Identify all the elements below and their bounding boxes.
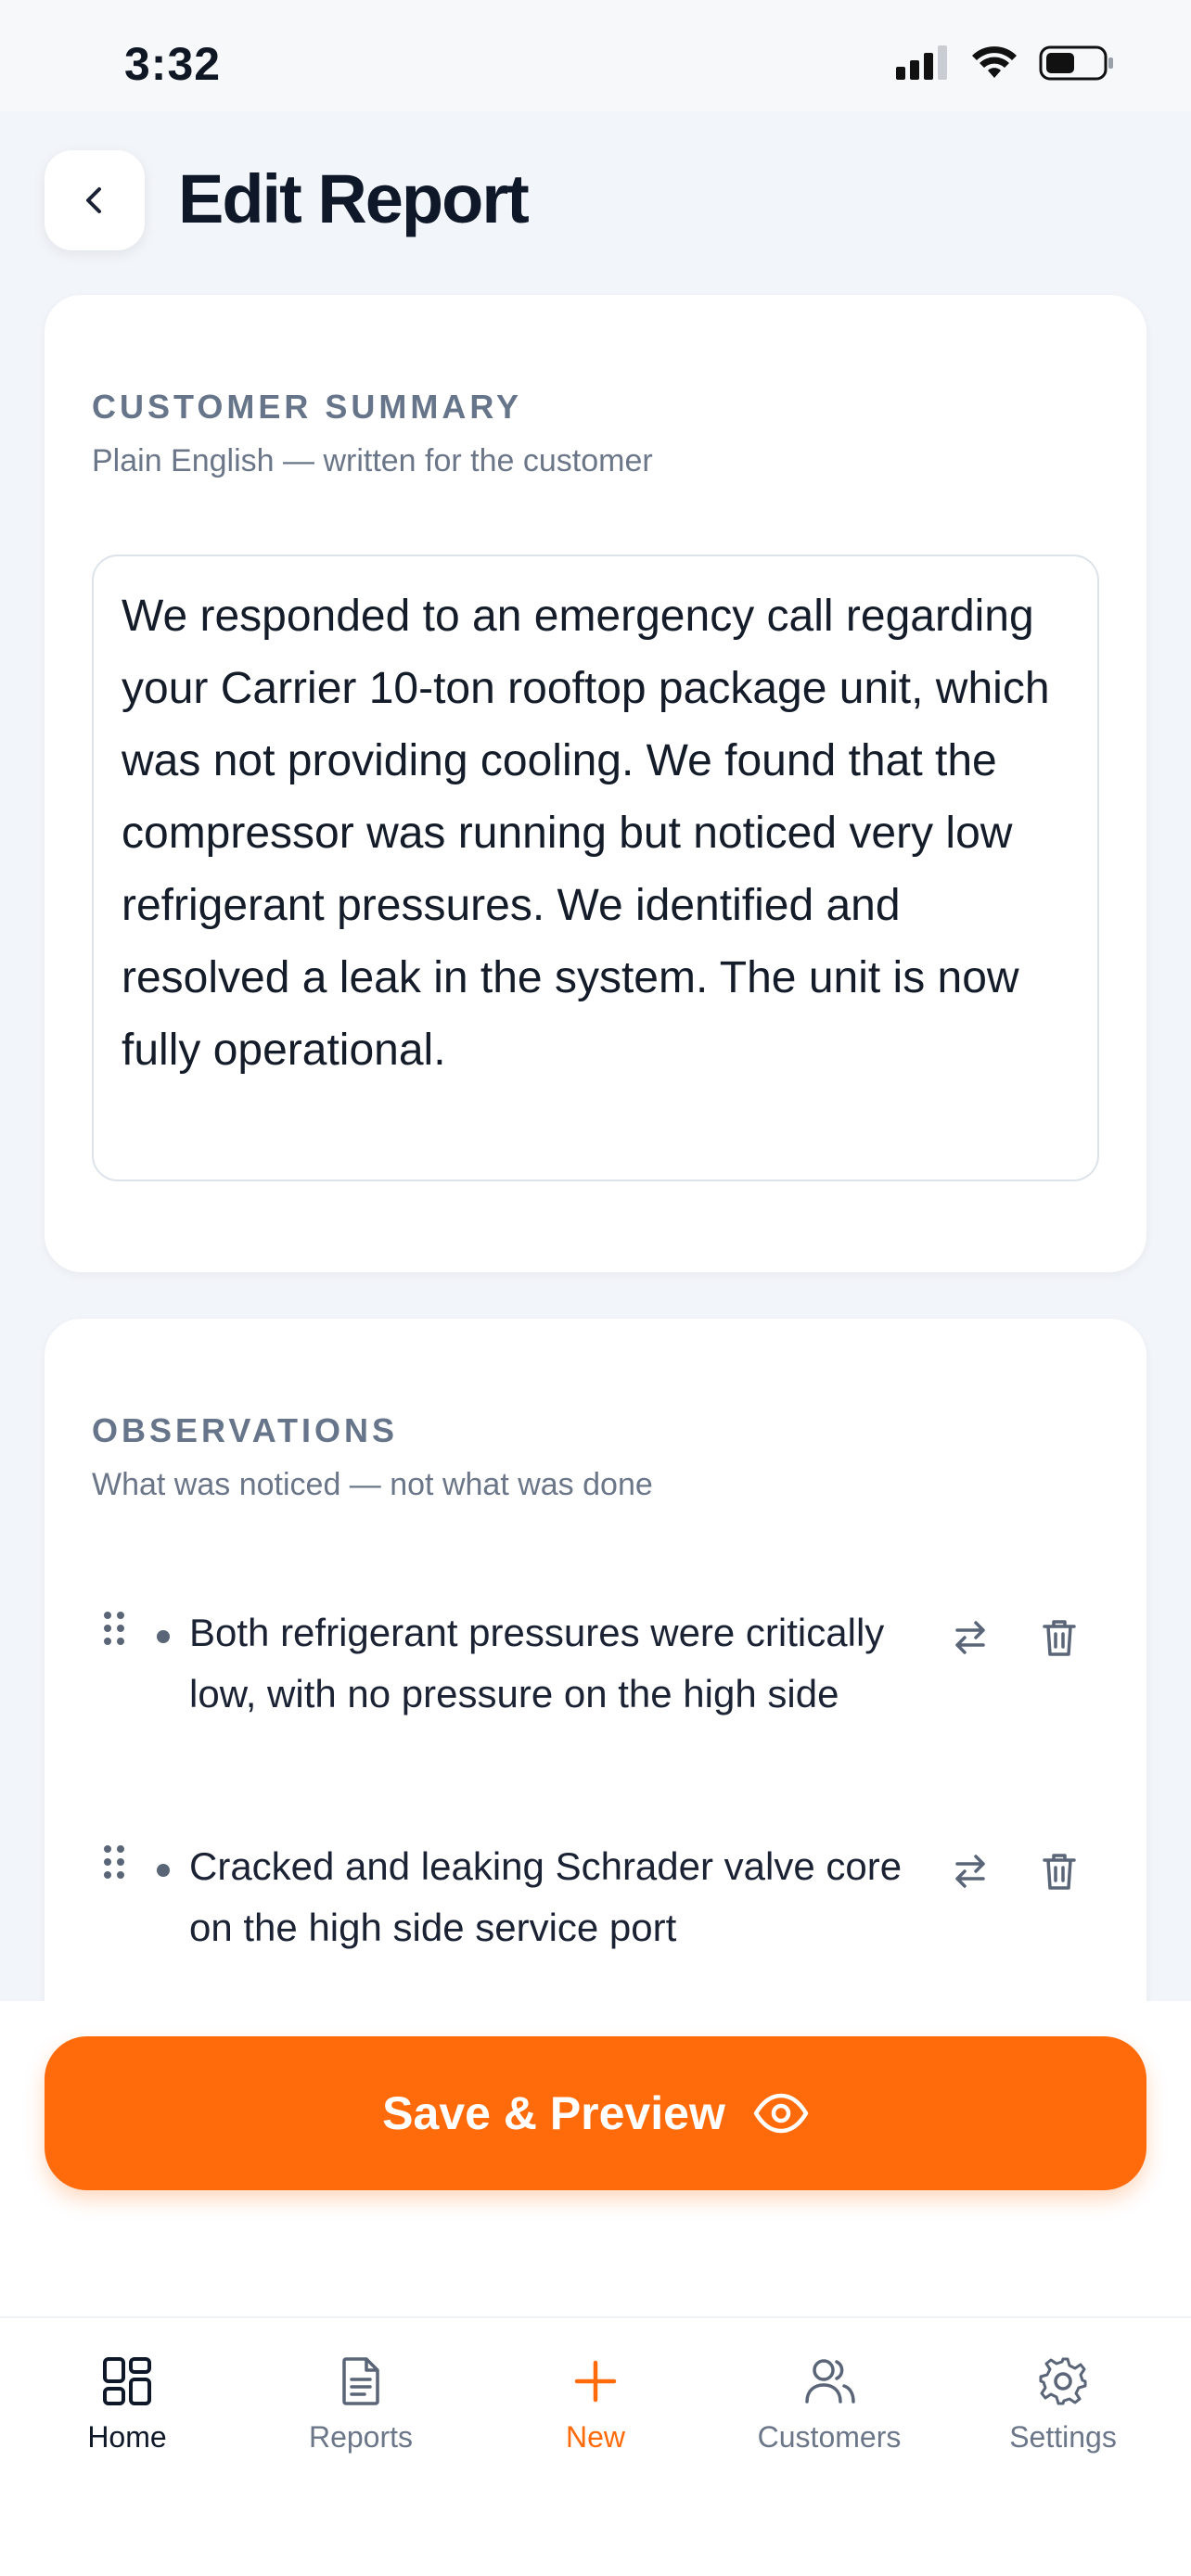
swap-icon[interactable]	[944, 1612, 996, 1664]
observation-text[interactable]: Cracked and leaking Schrader valve core …	[189, 1836, 913, 1958]
customer-summary-textarea[interactable]: We responded to an emergency call regard…	[92, 555, 1099, 1181]
tab-label: Settings	[1009, 2420, 1117, 2454]
eye-icon	[753, 2093, 809, 2134]
back-button[interactable]	[45, 150, 145, 250]
observations-title: OBSERVATIONS	[92, 1411, 399, 1449]
tab-label: New	[565, 2420, 625, 2454]
customer-summary-title: CUSTOMER SUMMARY	[92, 388, 523, 426]
page-title: Edit Report	[178, 160, 530, 237]
save-preview-button[interactable]: Save & Preview	[45, 2036, 1146, 2190]
drag-handle-icon[interactable]	[102, 1610, 126, 1653]
observation-item: Both refrigerant pressures were critical…	[45, 1602, 1146, 1797]
tab-customers[interactable]: Customers	[727, 2355, 931, 2455]
document-icon	[342, 2357, 379, 2405]
tab-home[interactable]: Home	[25, 2355, 229, 2455]
customer-summary-subtitle: Plain English — written for the customer	[92, 443, 653, 478]
bullet-dot	[157, 1864, 170, 1877]
status-icons	[896, 45, 1115, 86]
tab-label: Reports	[308, 2420, 414, 2454]
plus-icon	[574, 2360, 617, 2403]
trash-icon[interactable]	[1033, 1845, 1085, 1897]
grid-icon	[103, 2357, 151, 2405]
bullet-dot	[157, 1630, 170, 1643]
users-icon	[805, 2359, 855, 2404]
wifi-icon	[970, 45, 1018, 86]
tab-label: Customers	[757, 2420, 902, 2454]
tab-settings[interactable]: Settings	[961, 2355, 1165, 2455]
gear-icon	[1039, 2357, 1087, 2405]
tab-label: Home	[87, 2420, 167, 2454]
drag-handle-icon[interactable]	[102, 1843, 126, 1887]
chevron-left-icon	[86, 187, 101, 213]
battery-icon	[1039, 45, 1115, 86]
observations-card: OBSERVATIONS What was noticed — not what…	[45, 1319, 1146, 2079]
customer-summary-text: We responded to an emergency call regard…	[122, 592, 1050, 1075]
customer-summary-card: CUSTOMER SUMMARY Plain English — written…	[45, 295, 1146, 1272]
edit-report-screen: 3:32 Edit Report CUSTOMER SUMMARY Plain …	[0, 0, 1191, 2576]
tab-reports[interactable]: Reports	[259, 2355, 463, 2455]
observations-subtitle: What was noticed — not what was done	[92, 1467, 653, 1502]
trash-icon[interactable]	[1033, 1612, 1085, 1664]
observation-text[interactable]: Both refrigerant pressures were critical…	[189, 1602, 913, 1725]
status-time: 3:32	[124, 38, 222, 90]
cellular-signal-icon	[896, 45, 950, 86]
status-bar: 3:32	[0, 0, 1191, 111]
tab-new[interactable]: New	[493, 2355, 698, 2455]
swap-icon[interactable]	[944, 1845, 996, 1897]
save-preview-label: Save & Preview	[382, 2087, 725, 2139]
tab-bar: Home Reports New Customers Settings	[0, 2316, 1191, 2576]
observation-item: Cracked and leaking Schrader valve core …	[45, 1836, 1146, 1975]
